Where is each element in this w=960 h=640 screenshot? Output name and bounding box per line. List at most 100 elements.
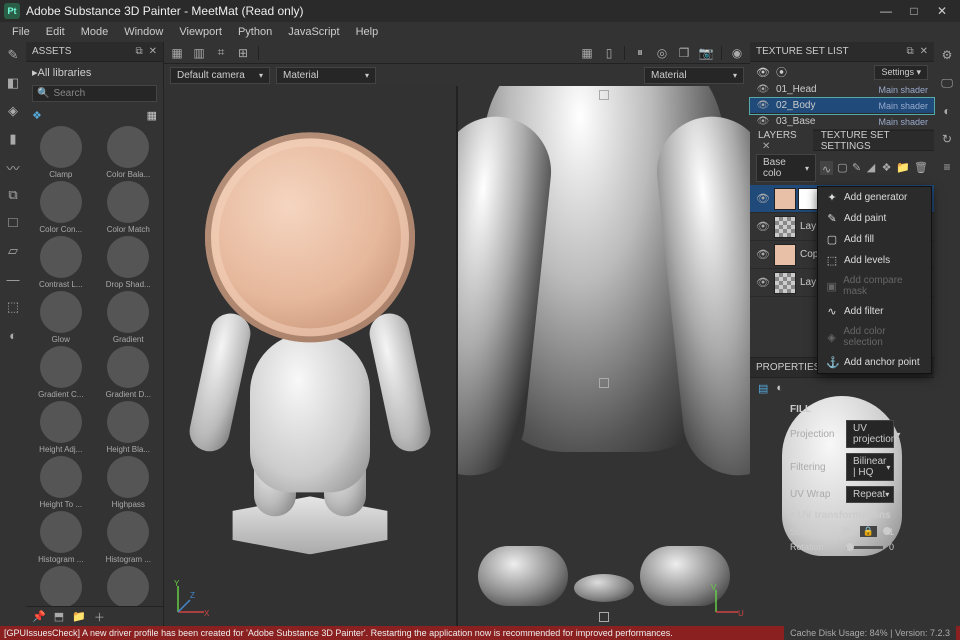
- tool-icon[interactable]: ◐: [4, 326, 22, 344]
- tsl-settings-dropdown[interactable]: Settings ▾: [874, 65, 928, 80]
- uv-transformations-label[interactable]: ▾ UV transformations: [790, 510, 894, 521]
- menu-viewport[interactable]: Viewport: [171, 24, 230, 40]
- grid-icon[interactable]: ▦: [578, 44, 596, 62]
- handle-icon[interactable]: [599, 612, 609, 622]
- channel-dropdown[interactable]: Base colo▾: [756, 154, 816, 182]
- fill-tool-icon[interactable]: ▮: [4, 130, 22, 148]
- fill-icon[interactable]: ◢: [867, 161, 878, 175]
- solo-icon[interactable]: ⦿: [776, 64, 787, 80]
- asset-item[interactable]: Color Con...: [30, 181, 92, 234]
- minimize-button[interactable]: —: [872, 0, 900, 22]
- smart-icon[interactable]: ❖: [882, 161, 893, 175]
- close-icon[interactable]: ✕: [920, 46, 928, 57]
- fill-tab-icon[interactable]: ▤: [758, 382, 768, 395]
- asset-item[interactable]: Height Bla...: [98, 401, 160, 454]
- asset-item[interactable]: Histogram ...: [98, 511, 160, 564]
- viewport-2d[interactable]: VU: [458, 86, 750, 626]
- asset-item[interactable]: HSL Perce...: [30, 566, 92, 606]
- layout-icon[interactable]: ▯: [600, 44, 618, 62]
- menu-item[interactable]: ∿Add filter: [818, 301, 931, 322]
- material-dropdown-1[interactable]: Material▾: [276, 67, 376, 84]
- filter-icon[interactable]: ❖: [32, 109, 42, 122]
- undock-icon[interactable]: ⧉: [906, 46, 913, 57]
- cube-icon[interactable]: ❒: [675, 44, 693, 62]
- close-button[interactable]: ✕: [928, 0, 956, 22]
- history-icon[interactable]: ↻: [938, 130, 956, 148]
- grid-view-icon[interactable]: ▦: [147, 109, 157, 122]
- rotation-slider[interactable]: [846, 546, 883, 549]
- material-tab-icon[interactable]: ◐: [776, 382, 783, 395]
- visibility-all-icon[interactable]: 👁: [756, 66, 770, 79]
- camera-dropdown[interactable]: Default camera▾: [170, 67, 270, 84]
- uvwrap-dropdown[interactable]: Repeat▾: [846, 486, 894, 503]
- camera-icon[interactable]: 📷: [697, 44, 715, 62]
- projection-tool-icon[interactable]: ◈: [4, 102, 22, 120]
- menu-javascript[interactable]: JavaScript: [280, 24, 347, 40]
- menu-item[interactable]: ▢Add fill: [818, 229, 931, 250]
- maximize-button[interactable]: □: [900, 0, 928, 22]
- asset-item[interactable]: Gradient C...: [30, 346, 92, 399]
- menu-item[interactable]: ⬚Add levels: [818, 250, 931, 271]
- close-icon[interactable]: ✕: [762, 141, 770, 152]
- filtering-dropdown[interactable]: Bilinear | HQ▾: [846, 453, 894, 481]
- display-icon[interactable]: 🖵: [938, 74, 956, 92]
- close-icon[interactable]: ✕: [149, 46, 157, 57]
- material-dropdown-2[interactable]: Material▾: [644, 67, 744, 84]
- aperture-icon[interactable]: ◉: [728, 44, 746, 62]
- shader-icon[interactable]: ◐: [938, 102, 956, 120]
- settings-icon[interactable]: ⚙: [938, 46, 956, 64]
- symmetry-icon[interactable]: ⊞: [234, 44, 252, 62]
- asset-item[interactable]: Contrast L...: [30, 236, 92, 289]
- lock-icon[interactable]: 🔒: [860, 526, 877, 537]
- menu-item[interactable]: ✎Add paint: [818, 208, 931, 229]
- import-icon[interactable]: ⬒: [54, 610, 64, 623]
- shader-link[interactable]: Main shader: [878, 117, 928, 127]
- visibility-icon[interactable]: 👁: [756, 116, 770, 127]
- visibility-icon[interactable]: 👁: [756, 276, 770, 289]
- asset-item[interactable]: Height Adj...: [30, 401, 92, 454]
- pause-icon[interactable]: ⏸: [631, 44, 649, 62]
- menu-item[interactable]: ⚓Add anchor point: [818, 352, 931, 373]
- folder-icon[interactable]: 📁: [896, 161, 910, 175]
- asset-item[interactable]: Glow: [30, 291, 92, 344]
- asset-item[interactable]: Color Bala...: [98, 126, 160, 179]
- asset-item[interactable]: Gradient D...: [98, 346, 160, 399]
- assets-search[interactable]: 🔍 Search: [32, 85, 157, 102]
- asset-item[interactable]: Color Match: [98, 181, 160, 234]
- pin-icon[interactable]: 📌: [32, 610, 46, 623]
- asset-item[interactable]: Height To ...: [30, 456, 92, 509]
- eraser-tool-icon[interactable]: ◧: [4, 74, 22, 92]
- visibility-icon[interactable]: 👁: [756, 220, 770, 233]
- menu-item[interactable]: ✦Add generator: [818, 187, 931, 208]
- texture-set-row[interactable]: 👁01_HeadMain shader: [750, 82, 934, 98]
- asset-item[interactable]: Histogram ...: [30, 511, 92, 564]
- asset-item[interactable]: Drop Shad...: [98, 236, 160, 289]
- symmetry-icon[interactable]: ⌗: [212, 44, 230, 62]
- menu-python[interactable]: Python: [230, 24, 280, 40]
- asset-item[interactable]: Invert: [98, 566, 160, 606]
- asset-item[interactable]: Clamp: [30, 126, 92, 179]
- delete-icon[interactable]: 🗑: [914, 161, 928, 175]
- handle-icon[interactable]: [599, 90, 609, 100]
- brush-icon[interactable]: ✎: [852, 161, 863, 175]
- grid-icon[interactable]: ▥: [190, 44, 208, 62]
- viewport-3d[interactable]: YXZ: [164, 86, 456, 626]
- mask-icon[interactable]: ▢: [837, 161, 848, 175]
- shader-link[interactable]: Main shader: [878, 85, 928, 95]
- folder-icon[interactable]: 📁: [72, 610, 86, 623]
- menu-window[interactable]: Window: [116, 24, 171, 40]
- visibility-icon[interactable]: 👁: [756, 248, 770, 261]
- visibility-icon[interactable]: 👁: [756, 192, 770, 205]
- asset-item[interactable]: Gradient: [98, 291, 160, 344]
- brush-tool-icon[interactable]: ✎: [4, 46, 22, 64]
- render-icon[interactable]: ◎: [653, 44, 671, 62]
- clone-tool-icon[interactable]: ⧉: [4, 186, 22, 204]
- menu-file[interactable]: File: [4, 24, 38, 40]
- polygon-fill-icon[interactable]: ▱: [4, 242, 22, 260]
- menu-help[interactable]: Help: [348, 24, 387, 40]
- undock-icon[interactable]: ⧉: [135, 46, 142, 57]
- menu-edit[interactable]: Edit: [38, 24, 73, 40]
- visibility-icon[interactable]: 👁: [756, 84, 770, 95]
- texture-set-row[interactable]: 👁02_BodyMain shader: [750, 98, 934, 114]
- asset-item[interactable]: Highpass: [98, 456, 160, 509]
